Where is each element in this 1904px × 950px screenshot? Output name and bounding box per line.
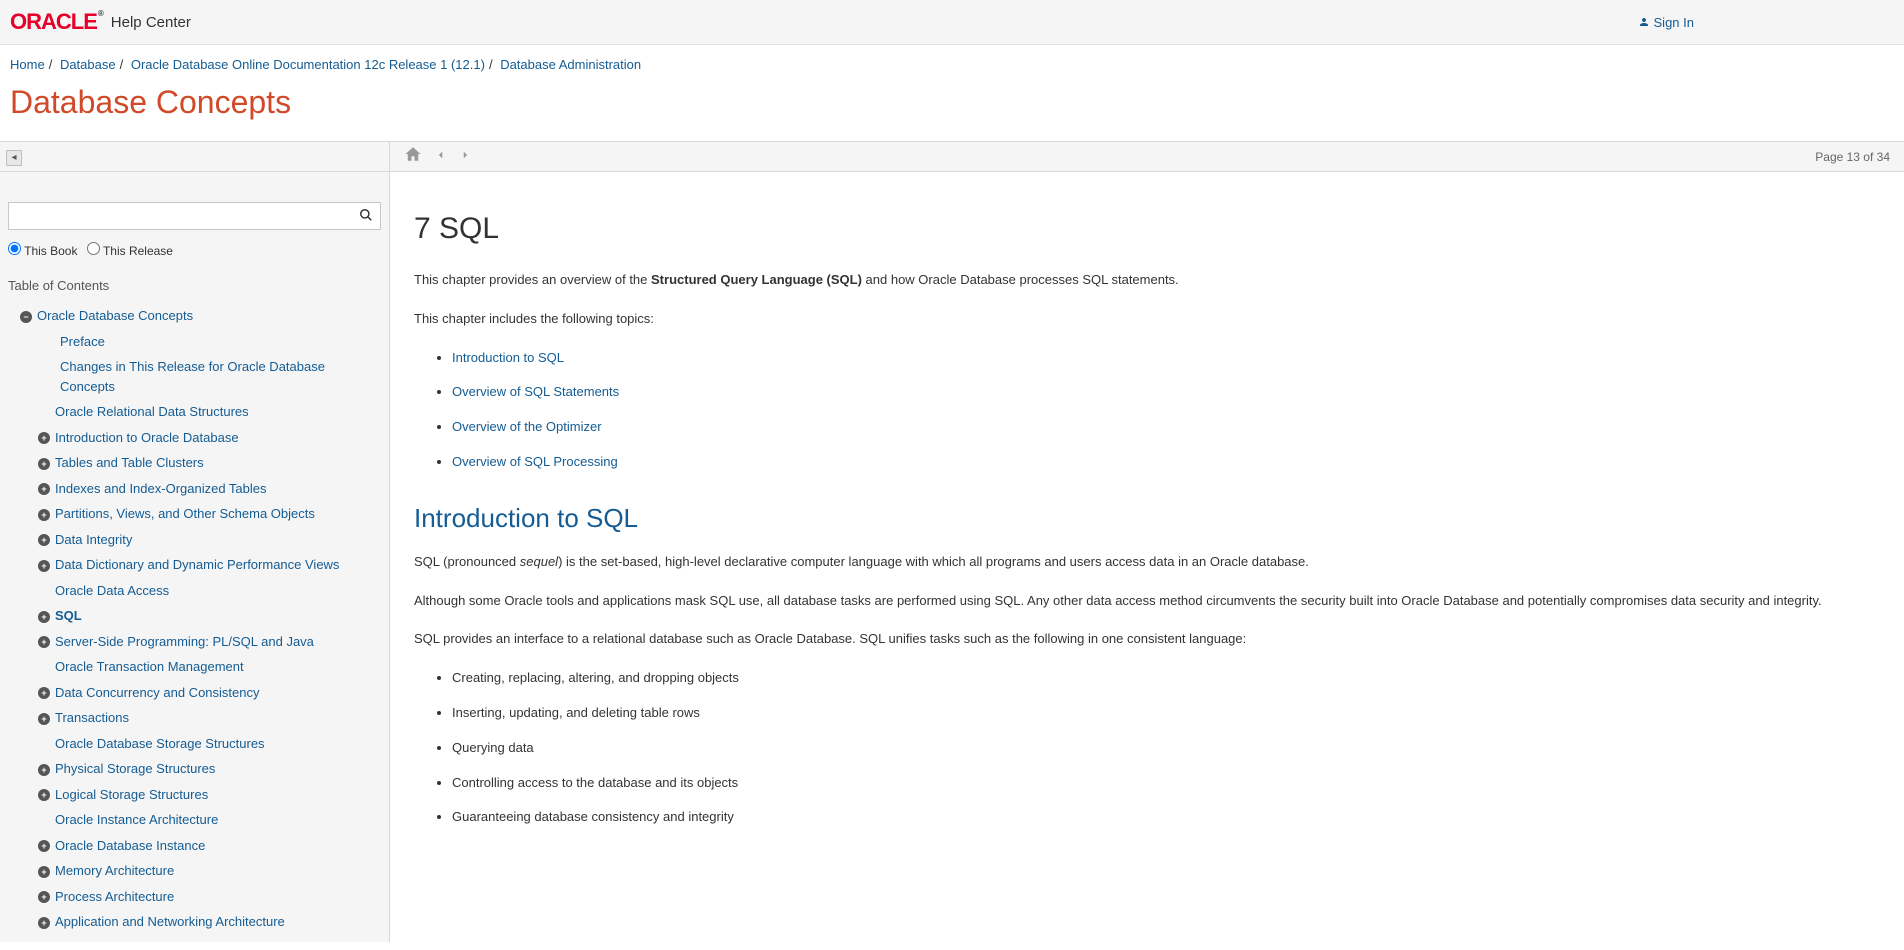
plus-icon[interactable]: +: [38, 764, 50, 776]
intro-p2: This chapter includes the following topi…: [414, 309, 1866, 330]
user-icon: [1638, 16, 1650, 28]
link-sql-processing[interactable]: Overview of SQL Processing: [452, 454, 618, 469]
toc-db-instance[interactable]: Oracle Database Instance: [55, 838, 205, 853]
toc-transactions[interactable]: Transactions: [55, 710, 129, 725]
collapse-sidebar-button[interactable]: ◂: [6, 150, 22, 166]
plus-icon[interactable]: +: [38, 534, 50, 546]
toc-tables[interactable]: Tables and Table Clusters: [55, 455, 204, 470]
toc-partitions[interactable]: Partitions, Views, and Other Schema Obje…: [55, 506, 315, 521]
link-intro-sql[interactable]: Introduction to SQL: [452, 350, 564, 365]
plus-icon[interactable]: +: [38, 509, 50, 521]
signin-link[interactable]: Sign In: [1638, 15, 1694, 30]
task-item: Querying data: [452, 738, 1866, 759]
toc-process[interactable]: Process Architecture: [55, 889, 174, 904]
plus-icon[interactable]: +: [38, 483, 50, 495]
toc-intro[interactable]: Introduction to Oracle Database: [55, 430, 239, 445]
breadcrumb: Home/ Database/ Oracle Database Online D…: [0, 45, 1904, 80]
toc-title: Table of Contents: [0, 272, 389, 303]
toc-concurrency[interactable]: Data Concurrency and Consistency: [55, 685, 260, 700]
toc-access[interactable]: Oracle Data Access: [55, 583, 169, 598]
task-item: Inserting, updating, and deleting table …: [452, 703, 1866, 724]
minus-icon[interactable]: −: [20, 311, 32, 323]
plus-icon[interactable]: +: [38, 458, 50, 470]
home-icon[interactable]: [404, 145, 422, 169]
search-box: [8, 202, 381, 230]
next-page-icon[interactable]: [460, 146, 470, 167]
page-title: Database Concepts: [0, 80, 1904, 141]
task-list: Creating, replacing, altering, and dropp…: [452, 668, 1866, 828]
toc-relational[interactable]: Oracle Relational Data Structures: [55, 404, 249, 419]
plus-icon[interactable]: +: [38, 840, 50, 852]
help-center-label: Help Center: [111, 14, 191, 31]
prev-page-icon[interactable]: [436, 146, 446, 167]
signin-label: Sign In: [1654, 15, 1694, 30]
toc-appnet[interactable]: Application and Networking Architecture: [55, 914, 285, 929]
toc-storage[interactable]: Oracle Database Storage Structures: [55, 736, 265, 751]
plus-icon[interactable]: +: [38, 789, 50, 801]
plus-icon[interactable]: +: [38, 432, 50, 444]
plus-icon[interactable]: +: [38, 611, 50, 623]
toc-integrity[interactable]: Data Integrity: [55, 532, 132, 547]
plus-icon[interactable]: +: [38, 713, 50, 725]
content: Page 13 of 34 7 SQL This chapter provide…: [390, 142, 1904, 942]
topic-links: Introduction to SQL Overview of SQL Stat…: [452, 348, 1866, 473]
toc-indexes[interactable]: Indexes and Index-Organized Tables: [55, 481, 267, 496]
breadcrumb-database[interactable]: Database: [60, 57, 116, 72]
intro-p1: This chapter provides an overview of the…: [414, 270, 1866, 291]
sidebar: ◂ This Book This Release Table of Conten…: [0, 142, 390, 942]
oracle-logo: ORACLE®: [10, 9, 103, 35]
breadcrumb-home[interactable]: Home: [10, 57, 45, 72]
p3: SQL (pronounced sequel) is the set-based…: [414, 552, 1866, 573]
p5: SQL provides an interface to a relationa…: [414, 629, 1866, 650]
plus-icon[interactable]: +: [38, 636, 50, 648]
article-h1: 7 SQL: [414, 212, 1866, 246]
task-item: Controlling access to the database and i…: [452, 773, 1866, 794]
search-input[interactable]: [8, 202, 381, 230]
toc-instance-arch[interactable]: Oracle Instance Architecture: [55, 812, 218, 827]
radio-this-release[interactable]: This Release: [87, 244, 173, 258]
top-bar: ORACLE® Help Center Sign In: [0, 0, 1904, 45]
toc-serverside[interactable]: Server-Side Programming: PL/SQL and Java: [55, 634, 314, 649]
content-toolbar: Page 13 of 34: [390, 142, 1904, 172]
toc-memory[interactable]: Memory Architecture: [55, 863, 174, 878]
toc-preface[interactable]: Preface: [60, 334, 105, 349]
plus-icon[interactable]: +: [38, 687, 50, 699]
page-indicator: Page 13 of 34: [1815, 150, 1890, 164]
toc: −Oracle Database Concepts Preface Change…: [0, 303, 389, 935]
toc-root[interactable]: Oracle Database Concepts: [37, 308, 193, 323]
breadcrumb-release[interactable]: Oracle Database Online Documentation 12c…: [131, 57, 485, 72]
toc-txmgmt[interactable]: Oracle Transaction Management: [55, 659, 244, 674]
toc-changes[interactable]: Changes in This Release for Oracle Datab…: [60, 359, 325, 394]
task-item: Creating, replacing, altering, and dropp…: [452, 668, 1866, 689]
search-icon[interactable]: [359, 208, 373, 225]
plus-icon[interactable]: +: [38, 917, 50, 929]
link-sql-statements[interactable]: Overview of SQL Statements: [452, 384, 619, 399]
toc-logical[interactable]: Logical Storage Structures: [55, 787, 208, 802]
plus-icon[interactable]: +: [38, 866, 50, 878]
breadcrumb-admin[interactable]: Database Administration: [500, 57, 641, 72]
toc-physical[interactable]: Physical Storage Structures: [55, 761, 215, 776]
plus-icon[interactable]: +: [38, 560, 50, 572]
toc-dictionary[interactable]: Data Dictionary and Dynamic Performance …: [55, 557, 339, 572]
search-scope: This Book This Release: [0, 240, 389, 272]
toc-sql[interactable]: SQL: [55, 608, 82, 623]
link-optimizer[interactable]: Overview of the Optimizer: [452, 419, 602, 434]
p4: Although some Oracle tools and applicati…: [414, 591, 1866, 612]
plus-icon[interactable]: +: [38, 891, 50, 903]
radio-this-book[interactable]: This Book: [8, 244, 77, 258]
task-item: Guaranteeing database consistency and in…: [452, 807, 1866, 828]
section-h2: Introduction to SQL: [414, 503, 1866, 534]
article: 7 SQL This chapter provides an overview …: [390, 172, 1890, 888]
